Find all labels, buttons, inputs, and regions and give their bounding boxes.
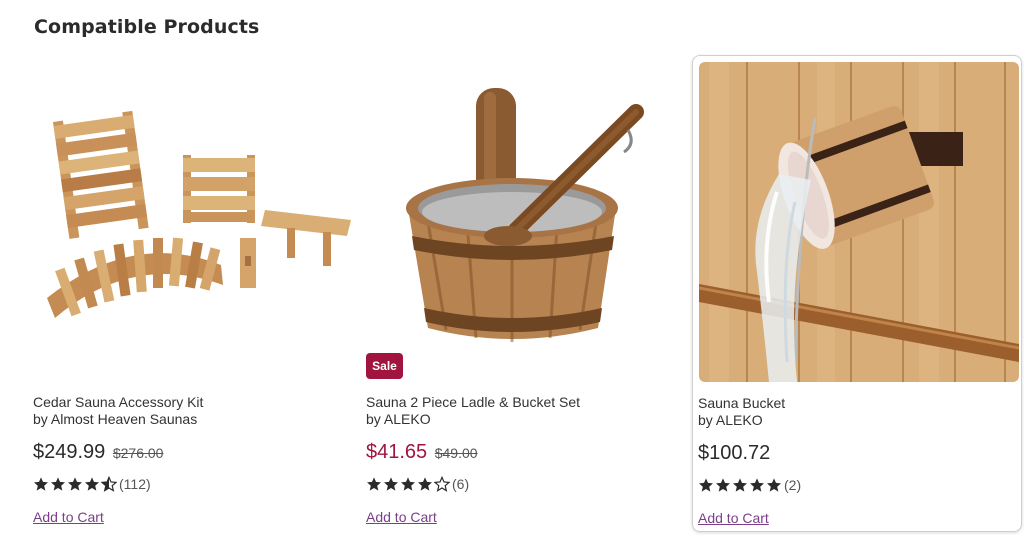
star-empty-icon bbox=[434, 476, 450, 492]
product-brand: by ALEKO bbox=[698, 412, 763, 428]
star-full-icon bbox=[85, 477, 99, 491]
product-rating[interactable]: (6) bbox=[366, 476, 469, 492]
section-title: Compatible Products bbox=[34, 16, 260, 38]
product-card[interactable]: Cedar Sauna Accessory Kit by Almost Heav… bbox=[28, 55, 358, 532]
product-brand: by Almost Heaven Saunas bbox=[33, 411, 198, 427]
star-full-icon bbox=[767, 478, 781, 492]
ladle-bucket-image bbox=[366, 60, 686, 380]
product-name[interactable]: Cedar Sauna Accessory Kit bbox=[33, 394, 203, 410]
product-card[interactable]: Sauna Bucket by ALEKO $100.72 (2) Add to… bbox=[692, 55, 1022, 532]
star-full-icon bbox=[733, 478, 747, 492]
product-price: $100.72 bbox=[698, 442, 770, 465]
star-full-icon bbox=[699, 478, 713, 492]
product-brand: by ALEKO bbox=[366, 411, 431, 427]
star-full-icon bbox=[51, 477, 65, 491]
star-full-icon bbox=[750, 478, 764, 492]
product-name[interactable]: Sauna Bucket bbox=[698, 395, 785, 411]
product-rating[interactable]: (2) bbox=[698, 477, 801, 493]
current-price: $41.65 bbox=[366, 441, 428, 463]
review-count: (112) bbox=[119, 476, 151, 492]
product-price: $41.65 $49.00 bbox=[366, 441, 478, 464]
star-rating bbox=[698, 477, 782, 493]
star-full-icon bbox=[716, 478, 730, 492]
sauna-accessory-kit-image bbox=[33, 60, 353, 380]
add-to-cart-link[interactable]: Add to Cart bbox=[33, 509, 104, 525]
product-image[interactable] bbox=[33, 60, 353, 380]
product-name[interactable]: Sauna 2 Piece Ladle & Bucket Set bbox=[366, 394, 580, 410]
review-count: (6) bbox=[452, 476, 470, 492]
product-rating[interactable]: (112) bbox=[33, 476, 151, 492]
add-to-cart-link[interactable]: Add to Cart bbox=[698, 510, 769, 526]
star-full-icon bbox=[401, 477, 415, 491]
star-full-icon bbox=[418, 477, 432, 491]
review-count: (2) bbox=[784, 477, 802, 493]
star-rating bbox=[33, 476, 117, 492]
original-price: $276.00 bbox=[112, 445, 164, 461]
original-price: $49.00 bbox=[434, 445, 478, 461]
star-full-icon bbox=[68, 477, 82, 491]
product-image[interactable] bbox=[699, 62, 1019, 382]
product-image[interactable] bbox=[366, 60, 686, 380]
add-to-cart-link[interactable]: Add to Cart bbox=[366, 509, 437, 525]
product-price: $249.99 $276.00 bbox=[33, 441, 163, 464]
sauna-bucket-image bbox=[699, 62, 1019, 382]
current-price: $249.99 bbox=[33, 441, 106, 463]
star-full-icon bbox=[384, 477, 398, 491]
product-card[interactable]: Sale Sauna 2 Piece Ladle & Bucket Set by… bbox=[361, 55, 691, 532]
star-rating bbox=[366, 476, 450, 492]
current-price: $100.72 bbox=[698, 442, 771, 464]
star-full-icon bbox=[34, 477, 48, 491]
star-half-icon bbox=[101, 476, 117, 492]
sale-badge: Sale bbox=[366, 353, 403, 379]
star-full-icon bbox=[367, 477, 381, 491]
